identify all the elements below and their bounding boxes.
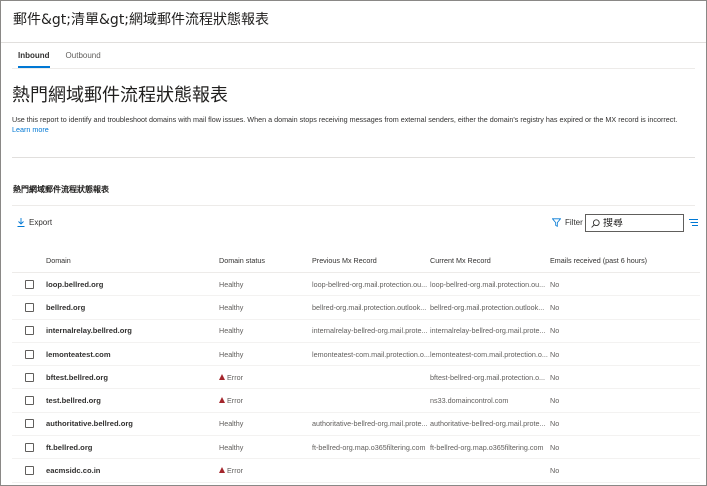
table-body: loop.bellred.org Healthy loop-bellred-org.…: [12, 273, 700, 483]
status-badge: Error: [219, 373, 243, 382]
download-icon: [17, 218, 25, 227]
status-text: Healthy: [219, 349, 244, 359]
emails-received-cell: No: [550, 419, 560, 429]
domain-cell[interactable]: internalrelay.bellred.org: [46, 326, 219, 335]
domain-cell[interactable]: ft.bellred.org: [46, 443, 219, 452]
row-checkbox[interactable]: [24, 396, 34, 406]
previous-mx-cell: ft-bellred-org.map.o365filtering.com: [312, 442, 426, 452]
status-text: Healthy: [219, 442, 244, 452]
customize-columns-icon[interactable]: [689, 218, 698, 227]
filter-button[interactable]: Filter: [552, 218, 583, 227]
section-title: 熱門網域郵件流程狀態報表: [13, 185, 109, 194]
status-text: Healthy: [219, 302, 244, 312]
current-mx-cell: ft-bellred-org.map.o365filtering.com: [430, 442, 544, 452]
column-header-domain[interactable]: Domain: [46, 256, 219, 265]
domain-cell[interactable]: bellred.org: [46, 303, 219, 312]
learn-more-link[interactable]: Learn more: [12, 125, 49, 134]
tab-outbound[interactable]: Outbound: [66, 51, 101, 68]
status-text: Healthy: [219, 279, 244, 289]
row-checkbox[interactable]: [24, 442, 34, 452]
warning-icon: [219, 397, 225, 404]
emails-received-cell: No: [550, 466, 560, 476]
emails-received-cell: No: [550, 349, 560, 359]
current-mx-cell: lemonteatest-com.mail.protection.o...: [430, 349, 548, 359]
status-text: Error: [227, 372, 243, 382]
emails-received-cell: No: [550, 396, 560, 406]
page-title: 熱門網域郵件流程狀態報表: [12, 85, 228, 106]
table-row[interactable]: bftest.bellred.org Error bftest-bellred-or…: [12, 366, 700, 390]
column-header-current-mx[interactable]: Current Mx Record: [430, 256, 550, 265]
domain-table: Domain Domain status Previous Mx Record …: [12, 249, 700, 483]
domain-cell[interactable]: test.bellred.org: [46, 396, 219, 405]
tabs-divider: [12, 68, 695, 69]
table-header: Domain Domain status Previous Mx Record …: [12, 249, 700, 273]
table-row[interactable]: bellred.org Healthy bellred-org.mail.prote…: [12, 296, 700, 320]
header-divider: [1, 42, 706, 43]
toolbar-divider: [12, 205, 695, 206]
status-text: Error: [227, 395, 243, 405]
row-checkbox[interactable]: [24, 326, 34, 336]
table-row[interactable]: internalrelay.bellred.org Healthy internal…: [12, 320, 700, 343]
section-divider: [12, 157, 695, 158]
filter-icon: [552, 218, 561, 227]
table-row[interactable]: authoritative.bellred.org Healthy authorit…: [12, 413, 700, 437]
current-mx-cell: internalrelay-bellred-org.mail.prote...: [430, 326, 546, 336]
description-text: Use this report to identify and troubles…: [12, 115, 678, 124]
search-icon: [591, 218, 600, 228]
table-row[interactable]: loop.bellred.org Healthy loop-bellred-org.…: [12, 273, 700, 297]
search-input[interactable]: [603, 217, 683, 229]
previous-mx-cell: lemonteatest-com.mail.protection.o...: [312, 349, 430, 359]
tab-inbound[interactable]: Inbound: [18, 51, 50, 68]
emails-received-cell: No: [550, 302, 560, 312]
status-badge: Error: [219, 466, 243, 475]
current-mx-cell: loop-bellred-org.mail.protection.ou...: [430, 279, 546, 289]
column-header-emails-received[interactable]: Emails received (past 6 hours): [550, 256, 700, 265]
status-badge: Error: [219, 396, 243, 405]
table-row[interactable]: eacmsidc.co.in Error No: [12, 459, 700, 483]
export-label: Export: [29, 218, 53, 227]
current-mx-cell: ns33.domaincontrol.com: [430, 396, 509, 406]
current-mx-cell: authoritative-bellred-org.mail.prote...: [430, 419, 546, 429]
domain-cell[interactable]: lemonteatest.com: [46, 350, 219, 359]
status-text: Healthy: [219, 326, 244, 336]
row-checkbox[interactable]: [24, 302, 34, 312]
tab-bar: Inbound Outbound: [18, 51, 101, 68]
warning-icon: [219, 374, 225, 381]
emails-received-cell: No: [550, 372, 560, 382]
current-mx-cell: bftest-bellred-org.mail.protection.o...: [430, 372, 546, 382]
search-box[interactable]: [585, 214, 684, 232]
domain-cell[interactable]: eacmsidc.co.in: [46, 466, 219, 475]
filter-label: Filter: [565, 218, 583, 227]
status-text: Healthy: [219, 419, 244, 429]
domain-cell[interactable]: authoritative.bellred.org: [46, 419, 219, 428]
emails-received-cell: No: [550, 442, 560, 452]
row-checkbox[interactable]: [24, 349, 34, 359]
table-row[interactable]: lemonteatest.com Healthy lemonteatest-com.…: [12, 343, 700, 367]
emails-received-cell: No: [550, 279, 560, 289]
current-mx-cell: bellred-org.mail.protection.outlook...: [430, 302, 545, 312]
export-button[interactable]: Export: [17, 218, 52, 227]
column-header-status[interactable]: Domain status: [219, 256, 312, 265]
previous-mx-cell: internalrelay-bellred-org.mail.prote...: [312, 326, 428, 336]
previous-mx-cell: bellred-org.mail.protection.outlook...: [312, 302, 427, 312]
domain-cell[interactable]: bftest.bellred.org: [46, 373, 219, 382]
domain-cell[interactable]: loop.bellred.org: [46, 280, 219, 289]
row-checkbox[interactable]: [24, 279, 34, 289]
emails-received-cell: No: [550, 326, 560, 336]
row-checkbox[interactable]: [24, 419, 34, 429]
table-row[interactable]: ft.bellred.org Healthy ft-bellred-org.map.…: [12, 436, 700, 460]
warning-icon: [219, 467, 225, 474]
column-header-previous-mx[interactable]: Previous Mx Record: [312, 256, 430, 265]
previous-mx-cell: authoritative-bellred-org.mail.prote...: [312, 419, 428, 429]
row-checkbox[interactable]: [24, 372, 34, 382]
report-description: Use this report to identify and troubles…: [12, 115, 692, 135]
row-checkbox[interactable]: [24, 466, 34, 476]
status-text: Error: [227, 465, 243, 475]
breadcrumb: 郵件&gt;清單&gt;網域郵件流程狀態報表: [13, 12, 270, 28]
previous-mx-cell: loop-bellred-org.mail.protection.ou...: [312, 279, 428, 289]
table-row[interactable]: test.bellred.org Error ns33.domaincontrol.…: [12, 389, 700, 413]
